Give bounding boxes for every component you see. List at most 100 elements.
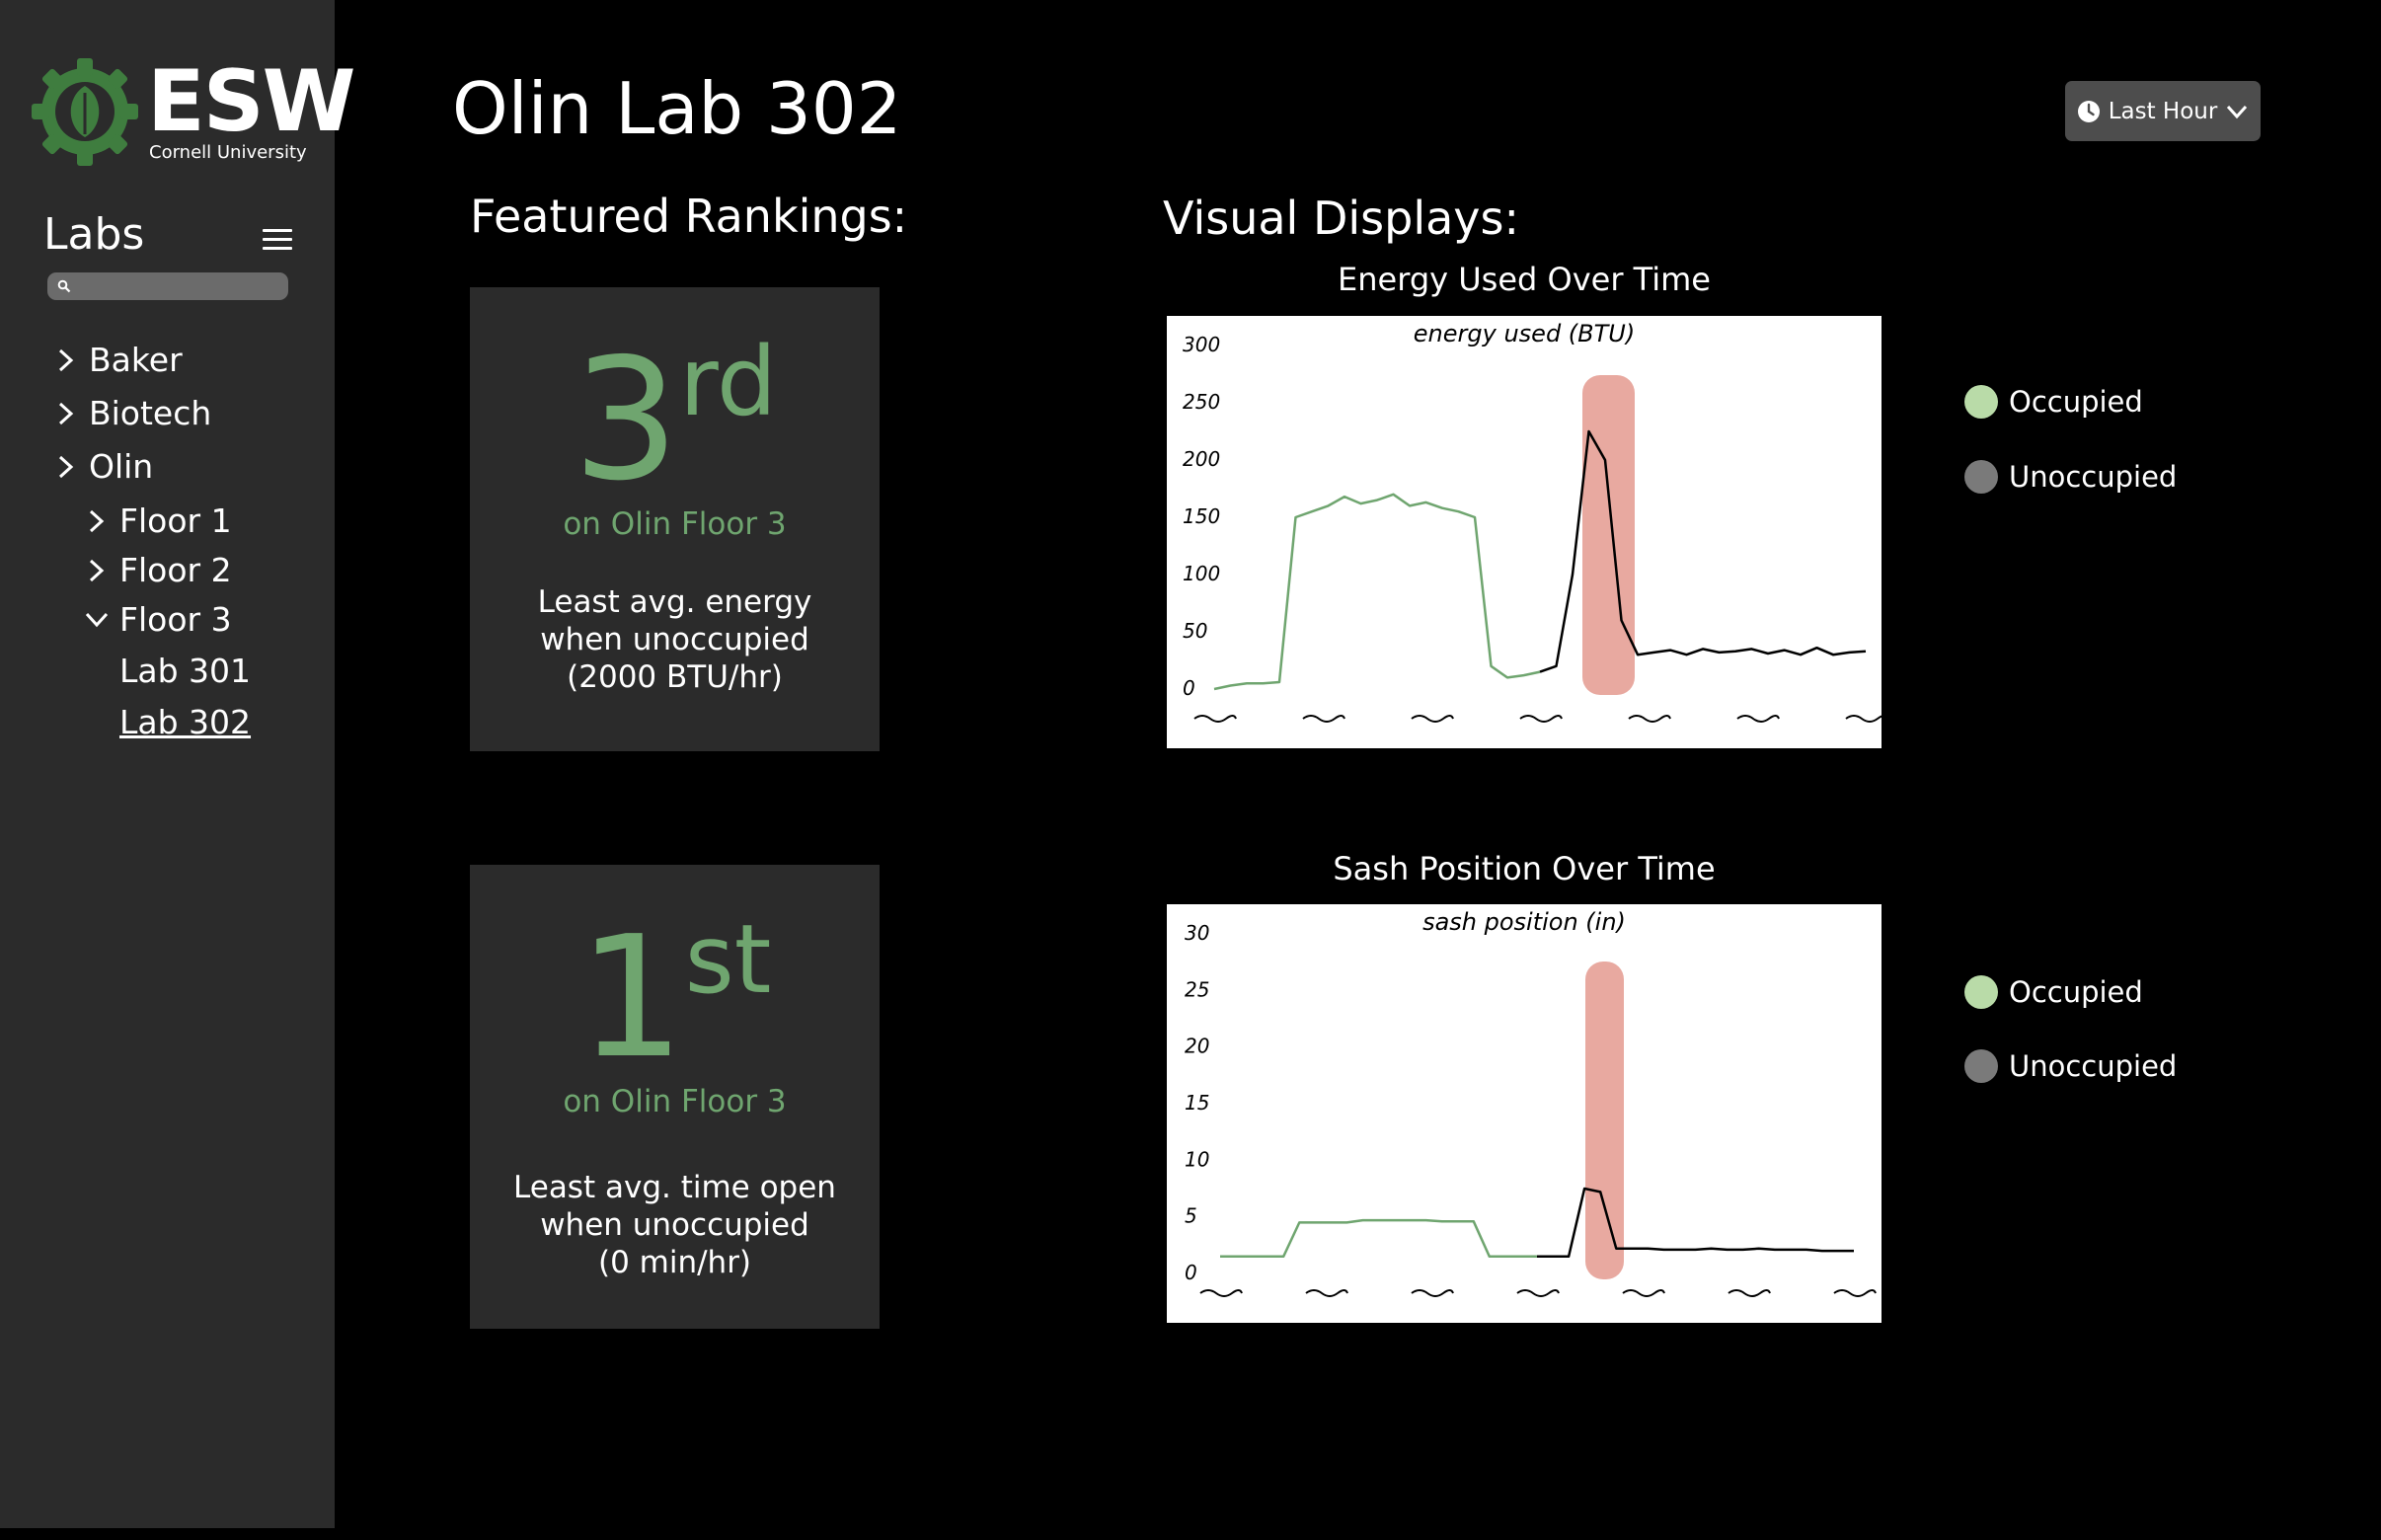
tree-item-floor-2[interactable]: Floor 2 bbox=[84, 551, 232, 589]
gear-leaf-icon bbox=[32, 58, 138, 166]
rank-suffix: st bbox=[684, 904, 772, 1015]
rank-desc-line: Least avg. time open bbox=[513, 1170, 836, 1205]
hamburger-menu-icon[interactable] bbox=[263, 229, 292, 251]
rank-digit: 3 bbox=[573, 323, 680, 518]
logo-text: ESW bbox=[147, 52, 356, 151]
sidebar: ESW Cornell University Labs Baker Biotec… bbox=[0, 0, 356, 1528]
tree-item-label: Floor 1 bbox=[119, 501, 232, 540]
x-tick-mark bbox=[1736, 715, 1780, 723]
tree-item-olin[interactable]: Olin bbox=[53, 447, 153, 486]
x-tick-mark bbox=[1302, 715, 1345, 723]
unoccupied-dot-icon bbox=[1964, 1049, 1998, 1083]
rank-digit: 1 bbox=[577, 900, 685, 1096]
sash-chart-svg: sash position (in) 30 25 20 15 10 5 0 bbox=[1163, 900, 1885, 1327]
rank-desc-line: (0 min/hr) bbox=[597, 1245, 752, 1280]
ranking-card-energy: 3rd on Olin Floor 3 Least avg. energy wh… bbox=[470, 287, 880, 751]
y-tick-label: 200 bbox=[1183, 447, 1220, 471]
tree-item-baker[interactable]: Baker bbox=[53, 341, 183, 379]
rank-scope: on Olin Floor 3 bbox=[563, 506, 787, 542]
highlight-band bbox=[1585, 962, 1624, 1279]
rank-suffix: rd bbox=[679, 327, 777, 437]
legend-label: Unoccupied bbox=[2009, 1049, 2178, 1083]
x-tick-mark bbox=[1728, 1289, 1771, 1297]
rank-desc-line: Least avg. energy bbox=[537, 584, 812, 620]
legend-occupied: Occupied bbox=[1964, 975, 2143, 1009]
search-input[interactable] bbox=[47, 272, 288, 300]
chevron-right-icon bbox=[58, 402, 74, 424]
highlight-band bbox=[1582, 375, 1635, 695]
chevron-down-icon bbox=[2227, 105, 2248, 118]
tree-item-floor-3[interactable]: Floor 3 bbox=[84, 600, 232, 639]
chart-border bbox=[1163, 312, 1885, 752]
tree-item-biotech[interactable]: Biotech bbox=[53, 394, 211, 432]
legend-label: Occupied bbox=[2009, 975, 2143, 1009]
x-tick-mark bbox=[1833, 1289, 1877, 1297]
tree-item-label: Floor 2 bbox=[119, 551, 232, 589]
x-tick-mark bbox=[1305, 1289, 1348, 1297]
lab-link-302[interactable]: Lab 302 bbox=[119, 703, 251, 741]
y-tick-label: 50 bbox=[1183, 619, 1207, 643]
series-line-occupied bbox=[1213, 493, 1541, 691]
rank-desc-line: when unoccupied bbox=[540, 622, 809, 657]
rank-description: Least avg. time open when unoccupied (0 … bbox=[470, 1169, 880, 1281]
x-tick-mark bbox=[1193, 715, 1237, 723]
y-tick-label: 15 bbox=[1185, 1091, 1209, 1115]
series-line-unoccupied bbox=[1537, 1187, 1854, 1259]
y-tick-label: 250 bbox=[1183, 390, 1220, 414]
legend-occupied: Occupied bbox=[1964, 385, 2143, 419]
time-range-dropdown[interactable]: Last Hour bbox=[2065, 81, 2261, 141]
featured-rankings-heading: Featured Rankings: bbox=[470, 190, 908, 243]
legend-unoccupied: Unoccupied bbox=[1964, 1049, 2177, 1083]
occupied-dot-icon bbox=[1964, 385, 1998, 419]
logo-subtitle: Cornell University bbox=[149, 142, 307, 163]
chevron-down-icon bbox=[85, 612, 109, 627]
time-range-label: Last Hour bbox=[2108, 98, 2218, 124]
y-tick-label: 100 bbox=[1183, 562, 1220, 585]
lab-link-301[interactable]: Lab 301 bbox=[119, 652, 251, 690]
chevron-right-icon bbox=[89, 509, 105, 532]
x-tick-mark bbox=[1845, 715, 1885, 723]
y-tick-label: 20 bbox=[1185, 1035, 1209, 1058]
y-tick-label: 150 bbox=[1183, 504, 1220, 528]
labs-heading: Labs bbox=[43, 209, 145, 260]
rank-desc-line: (2000 BTU/hr) bbox=[567, 659, 783, 695]
ranking-card-sash: 1st on Olin Floor 3 Least avg. time open… bbox=[470, 865, 880, 1329]
y-tick-label: 0 bbox=[1183, 676, 1195, 700]
rank-desc-line: when unoccupied bbox=[540, 1207, 809, 1243]
energy-chart: energy used (BTU) 300 250 200 150 100 50 0 bbox=[1163, 312, 1885, 752]
x-tick-mark bbox=[1411, 715, 1454, 723]
chart-inner-title: sash position (in) bbox=[1422, 908, 1626, 936]
tree-item-label: Baker bbox=[89, 341, 183, 379]
x-tick-mark bbox=[1411, 1289, 1454, 1297]
tree-item-label: Olin bbox=[89, 447, 154, 486]
legend-label: Unoccupied bbox=[2009, 460, 2178, 494]
chart-inner-title: energy used (BTU) bbox=[1414, 320, 1635, 347]
y-tick-label: 0 bbox=[1185, 1261, 1197, 1284]
legend-unoccupied: Unoccupied bbox=[1964, 460, 2177, 494]
esw-logo: ESW Cornell University bbox=[31, 53, 356, 172]
chart-border bbox=[1163, 900, 1885, 1327]
rank-number: 3rd bbox=[470, 335, 880, 504]
y-tick-label: 10 bbox=[1185, 1147, 1209, 1171]
y-tick-label: 300 bbox=[1183, 333, 1220, 356]
visual-displays-heading: Visual Displays: bbox=[1163, 192, 1519, 245]
chevron-right-icon bbox=[58, 455, 74, 478]
x-tick-mark bbox=[1622, 1289, 1665, 1297]
legend-label: Occupied bbox=[2009, 385, 2143, 419]
x-tick-mark bbox=[1516, 1289, 1560, 1297]
rank-number: 1st bbox=[470, 912, 880, 1082]
search-icon bbox=[57, 279, 71, 293]
y-tick-label: 5 bbox=[1185, 1204, 1197, 1228]
rank-scope: on Olin Floor 3 bbox=[563, 1084, 787, 1119]
page-title: Olin Lab 302 bbox=[452, 67, 902, 150]
tree-item-label: Floor 3 bbox=[119, 600, 232, 639]
chevron-right-icon bbox=[58, 348, 74, 371]
x-tick-mark bbox=[1199, 1289, 1243, 1297]
sash-chart-title: Sash Position Over Time bbox=[1333, 850, 1716, 887]
chevron-right-icon bbox=[89, 559, 105, 581]
y-tick-label: 25 bbox=[1185, 977, 1209, 1001]
energy-chart-title: Energy Used Over Time bbox=[1338, 261, 1711, 298]
tree-item-floor-1[interactable]: Floor 1 bbox=[84, 501, 232, 540]
sash-chart: sash position (in) 30 25 20 15 10 5 0 bbox=[1163, 900, 1885, 1327]
rank-description: Least avg. energy when unoccupied (2000 … bbox=[470, 583, 880, 696]
